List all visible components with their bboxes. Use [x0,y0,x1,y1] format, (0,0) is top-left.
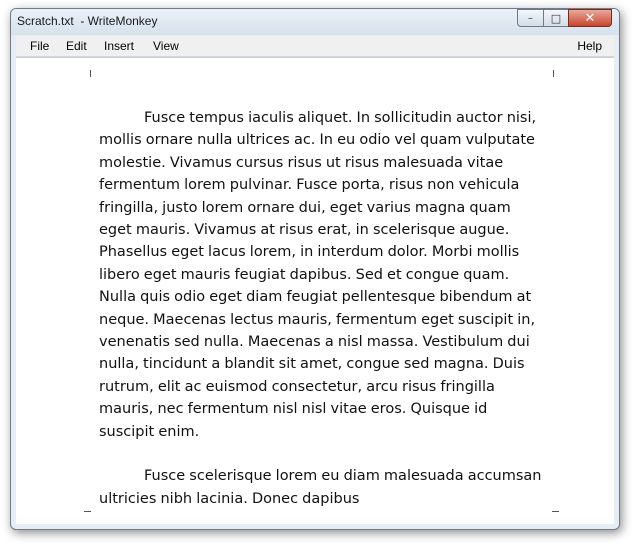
margin-marker-top-left [90,70,91,77]
menu-bar: File Edit Insert View Help [16,36,614,57]
app-window: Scratch.txt - WriteMonkey – □ ✕ File Edi… [10,8,620,530]
editor-area[interactable]: Fusce tempus iaculis aliquet. In sollici… [16,57,614,524]
margin-marker-bottom-left [84,511,91,512]
maximize-button[interactable]: □ [543,9,568,27]
menu-file[interactable]: File [30,39,49,53]
menu-help[interactable]: Help [577,39,602,53]
close-button[interactable]: ✕ [568,9,612,27]
window-title: Scratch.txt - WriteMonkey [17,14,158,28]
maximize-icon: □ [550,11,562,25]
menu-view[interactable]: View [153,39,179,53]
menu-edit[interactable]: Edit [66,39,87,53]
paragraph: Fusce tempus iaculis aliquet. In sollici… [99,110,537,440]
title-bar[interactable]: Scratch.txt - WriteMonkey – □ ✕ [11,9,619,35]
paragraph: Fusce scelerisque lorem eu diam malesuad… [99,468,542,507]
document-text[interactable]: Fusce tempus iaculis aliquet. In sollici… [99,107,544,524]
minimize-button[interactable]: – [517,9,543,27]
margin-marker-top-right [553,70,554,77]
minimize-icon: – [528,12,533,24]
window-controls: – □ ✕ [517,9,612,27]
margin-marker-bottom-right [552,511,559,512]
close-icon: ✕ [584,10,596,26]
menu-insert[interactable]: Insert [104,39,134,53]
